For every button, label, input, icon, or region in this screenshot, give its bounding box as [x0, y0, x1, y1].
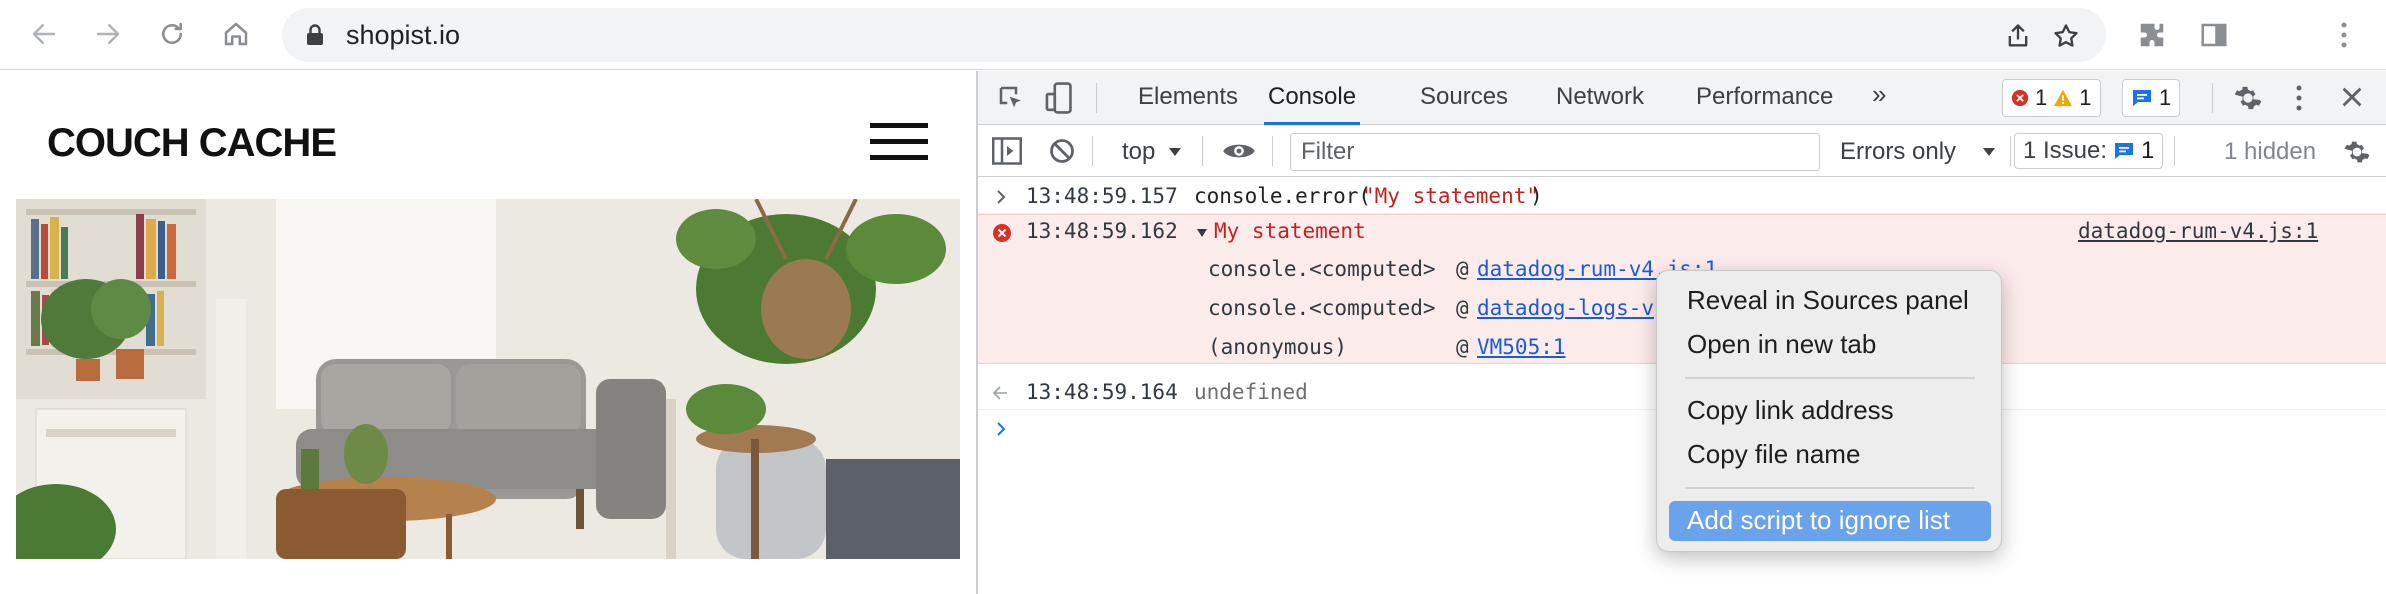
message-count: 1: [2159, 85, 2172, 110]
stack-at: @: [1456, 257, 1469, 281]
error-message: My statement: [1214, 219, 1366, 243]
code-suffix: ): [1530, 184, 1543, 208]
menu-item-reveal-in-sources[interactable]: Reveal in Sources panel: [1669, 281, 1991, 321]
issues-label: 1 Issue:: [2023, 137, 2108, 164]
code-string: "My statement": [1362, 184, 1540, 208]
return-arrow-icon: [992, 386, 1007, 400]
side-panel-icon[interactable]: [2196, 17, 2232, 53]
tab-sources[interactable]: Sources: [1420, 83, 1508, 125]
console-input-row: 13:48:59.157 console.error( "My statemen…: [978, 178, 2386, 214]
settings-gear-icon[interactable]: [2232, 82, 2264, 114]
home-icon: [224, 22, 248, 46]
stack-at: @: [1456, 296, 1469, 320]
bookmark-star-icon[interactable]: [2052, 22, 2080, 50]
stack-link[interactable]: VM505:1: [1477, 335, 1566, 359]
separator: [2010, 136, 2011, 166]
device-toolbar-icon[interactable]: [1044, 81, 1076, 115]
message-icon: [2115, 143, 2134, 159]
clear-console-icon[interactable]: [1048, 137, 1076, 165]
separator: [2212, 83, 2213, 113]
warning-icon: [2054, 89, 2073, 107]
website-viewport: COUCH CACHE: [0, 71, 976, 594]
address-bar[interactable]: shopist.io: [282, 8, 2106, 62]
context-menu: Reveal in Sources panel Open in new tab …: [1656, 270, 2002, 552]
error-icon: [993, 224, 1011, 242]
error-count: 1: [2035, 85, 2048, 110]
reload-icon: [162, 22, 182, 44]
more-options-icon[interactable]: [2294, 83, 2304, 113]
tab-performance[interactable]: Performance: [1696, 83, 1833, 125]
tab-elements[interactable]: Elements: [1138, 83, 1238, 125]
living-room-photo: [16, 199, 960, 559]
issues-count: 1: [2141, 137, 2155, 164]
browser-toolbar: shopist.io: [0, 0, 2386, 70]
brand-logo[interactable]: COUCH CACHE: [47, 121, 337, 166]
stack-fn: console.<computed>: [1208, 296, 1436, 320]
lock-icon: [307, 24, 323, 45]
hidden-count: 1 hidden: [2224, 138, 2317, 165]
message-counter[interactable]: 1: [2122, 79, 2181, 117]
tab-network[interactable]: Network: [1556, 83, 1644, 125]
menu-item-add-script-to-ignore-list[interactable]: Add script to ignore list: [1669, 501, 1991, 541]
more-tabs-button[interactable]: »: [1872, 79, 1886, 121]
menu-item-open-in-new-tab[interactable]: Open in new tab: [1669, 325, 1991, 365]
error-warning-counter[interactable]: 1 1: [2002, 79, 2101, 117]
message-icon: [2133, 90, 2151, 106]
prompt-chevron-icon: [997, 422, 1006, 436]
issues-button[interactable]: 1 Issue: 1: [2014, 133, 2164, 169]
stack-at: @: [1456, 335, 1469, 359]
menu-item-copy-file-name[interactable]: Copy file name: [1669, 435, 1991, 475]
hamburger-menu-icon[interactable]: [870, 123, 928, 163]
close-icon[interactable]: [2340, 85, 2364, 109]
tab-console[interactable]: Console: [1264, 83, 1361, 125]
chrome-menu-icon[interactable]: [2326, 17, 2362, 53]
separator: [2174, 136, 2175, 166]
timestamp: 13:48:59.162: [1026, 219, 1178, 243]
log-levels-dropdown[interactable]: Errors only: [1840, 138, 1956, 166]
stack-fn: console.<computed>: [1208, 257, 1436, 281]
timestamp: 13:48:59.164: [1026, 380, 1178, 404]
sidebar-toggle-icon[interactable]: [992, 137, 1022, 165]
warning-count: 1: [2079, 85, 2092, 110]
chevron-down-icon: [1983, 148, 1995, 156]
inspect-element-icon[interactable]: [996, 83, 1026, 113]
separator: [1092, 136, 1093, 166]
forward-button[interactable]: [88, 14, 128, 54]
eye-icon[interactable]: [1222, 139, 1256, 163]
separator: [1202, 136, 1203, 166]
chevron-right-icon: [997, 190, 1006, 204]
console-filter-input[interactable]: Filter: [1290, 133, 1820, 171]
menu-item-copy-link-address[interactable]: Copy link address: [1669, 391, 1991, 431]
share-icon[interactable]: [2004, 22, 2032, 50]
code-prefix: console.error(: [1194, 184, 1372, 208]
home-button[interactable]: [216, 14, 256, 54]
timestamp: 13:48:59.157: [1026, 184, 1178, 208]
extensions-icon[interactable]: [2134, 17, 2170, 53]
result-value: undefined: [1194, 380, 1308, 404]
reload-button[interactable]: [152, 14, 192, 54]
menu-separator: [1685, 487, 1975, 489]
triangle-down-icon[interactable]: [1196, 228, 1208, 238]
arrow-left-icon: [32, 24, 56, 44]
error-icon: [2011, 89, 2029, 107]
back-button[interactable]: [24, 14, 64, 54]
separator: [1096, 83, 1097, 113]
stack-fn: (anonymous): [1208, 335, 1348, 359]
url-text: shopist.io: [346, 20, 461, 50]
separator: [1272, 136, 1273, 166]
stack-link[interactable]: datadog-logs-v: [1477, 296, 1654, 320]
devtools-tab-bar: Elements Console Sources Network Perform…: [978, 71, 2386, 125]
console-settings-gear-icon[interactable]: [2342, 137, 2372, 167]
arrow-right-icon: [96, 24, 120, 44]
console-toolbar: top Filter Errors only 1 Issue: 1 1 hidd…: [978, 125, 2386, 177]
context-selector[interactable]: top: [1122, 138, 1155, 166]
menu-separator: [1685, 377, 1975, 379]
chevron-down-icon: [1169, 148, 1181, 156]
error-source-link[interactable]: datadog-rum-v4.js:1: [2078, 219, 2318, 243]
